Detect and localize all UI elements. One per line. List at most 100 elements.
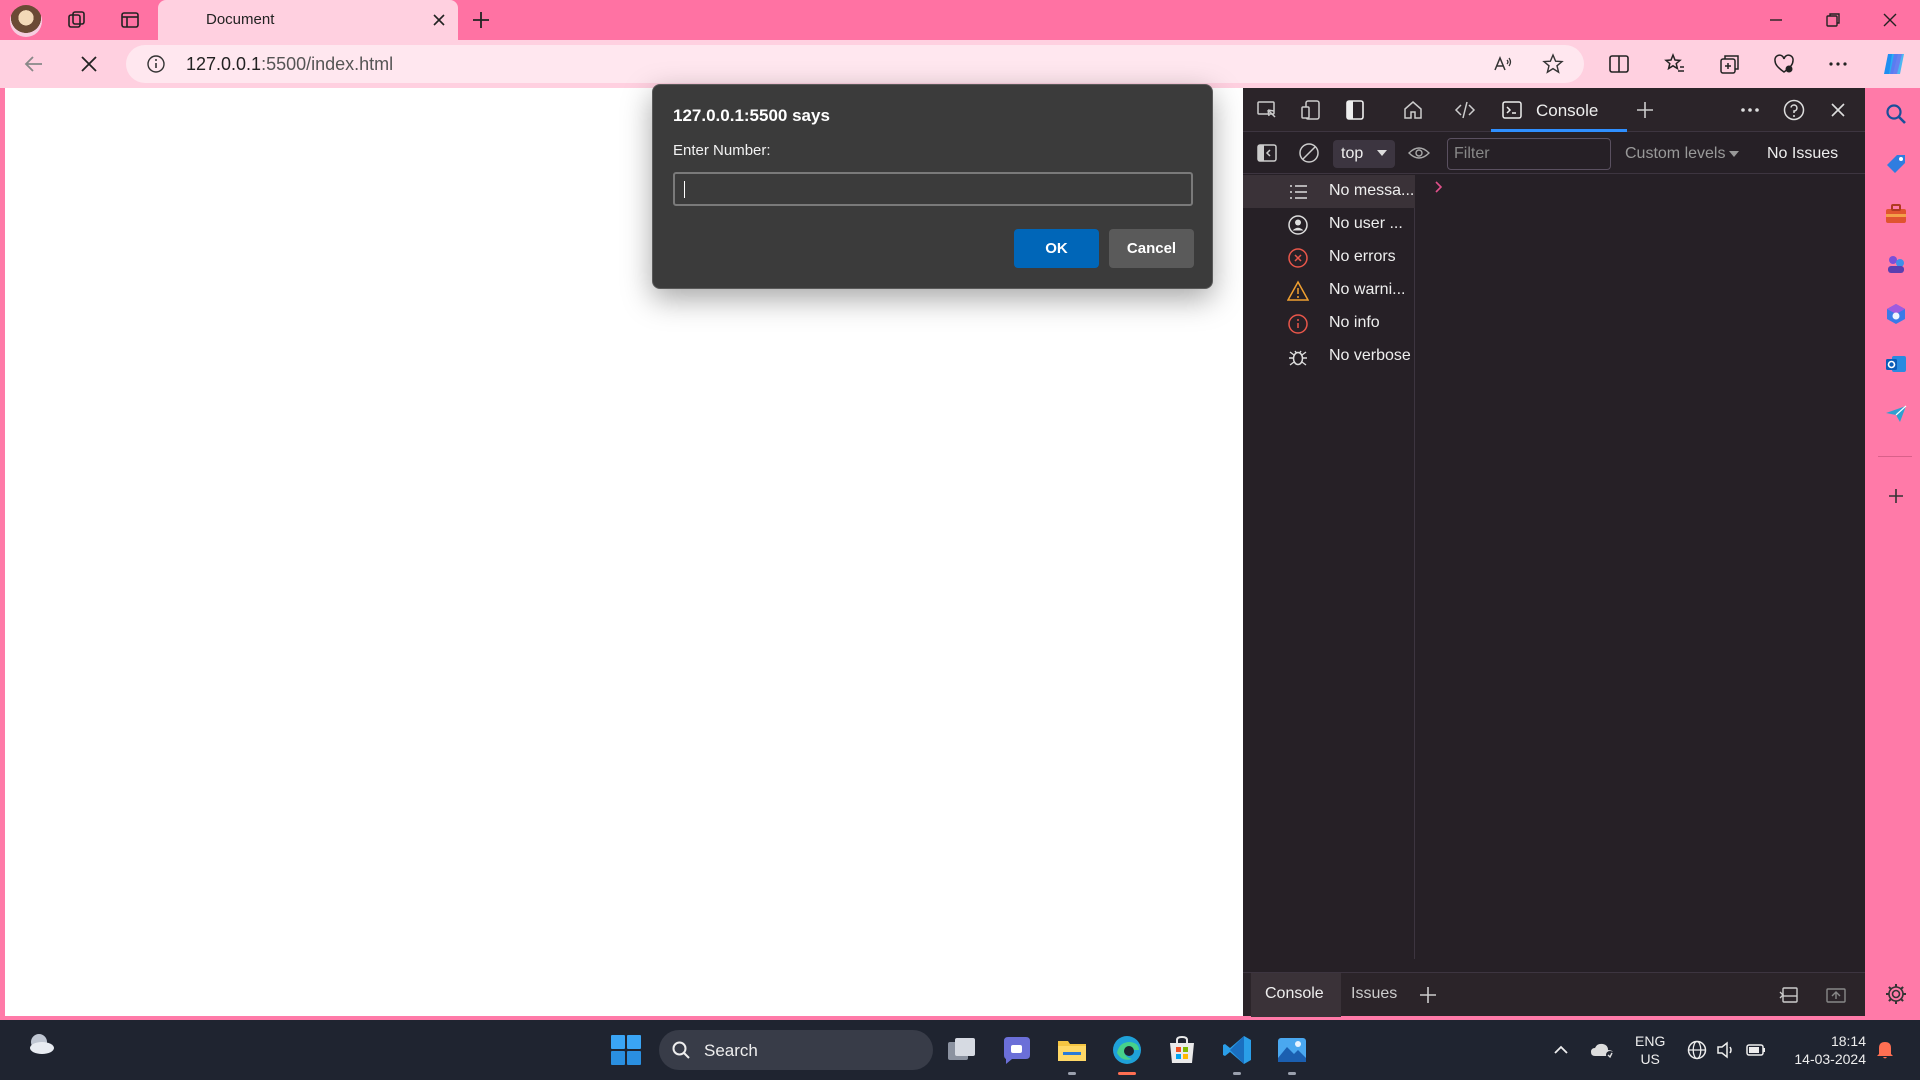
file-explorer-icon[interactable] [1055, 1033, 1089, 1067]
sidebar-item-verbose[interactable]: No verbose [1243, 340, 1415, 373]
profile-avatar[interactable] [10, 5, 42, 37]
onedrive-cloud-icon[interactable] [1590, 1039, 1616, 1061]
collapse-drawer-icon[interactable] [1825, 984, 1847, 1006]
minimize-icon[interactable] [1765, 9, 1787, 31]
input-language-indicator[interactable]: ENG US [1635, 1032, 1665, 1068]
active-tab[interactable]: Document [158, 0, 458, 40]
address-toolbar: 127.0.0.1:5500/index.html [0, 40, 1920, 88]
sidebar-item-label: No messa... [1329, 182, 1413, 199]
sidebar-item-warnings[interactable]: No warni... [1243, 274, 1415, 307]
outlook-icon[interactable] [1883, 351, 1909, 377]
shopping-tag-icon[interactable] [1883, 151, 1909, 177]
vscode-icon[interactable] [1220, 1033, 1254, 1067]
teams-chat-icon[interactable] [1000, 1033, 1034, 1067]
dialog-title: 127.0.0.1:5500 says [673, 106, 830, 125]
rail-divider [1878, 456, 1912, 457]
sidebar-settings-gear-icon[interactable] [1883, 981, 1909, 1007]
elements-icon[interactable] [1453, 98, 1477, 122]
back-arrow-icon[interactable] [22, 52, 46, 76]
user-icon [1287, 214, 1309, 236]
more-options-icon[interactable] [1826, 52, 1850, 76]
console-sidebar: No messa... No user ... No errors No war… [1243, 175, 1415, 959]
tab-close-icon[interactable] [430, 11, 448, 29]
device-emulation-icon[interactable] [1299, 98, 1323, 122]
sidebar-item-user-messages[interactable]: No user ... [1243, 208, 1415, 241]
issues-counter[interactable]: No Issues [1767, 145, 1838, 163]
stop-loading-icon[interactable] [77, 52, 101, 76]
tab-console-label: Console [1536, 101, 1599, 120]
taskbar-search[interactable]: Search [659, 1030, 933, 1070]
drop-send-icon[interactable] [1883, 401, 1909, 427]
close-devtools-icon[interactable] [1826, 98, 1850, 122]
show-sidebar-icon[interactable] [1255, 141, 1279, 165]
console-filter-input[interactable] [1447, 138, 1611, 170]
edge-browser-icon[interactable] [1110, 1033, 1144, 1067]
dock-side-icon[interactable] [1343, 98, 1367, 122]
welcome-home-icon[interactable] [1401, 98, 1425, 122]
edge-active-indicator [1118, 1072, 1136, 1075]
add-tool-icon[interactable] [1633, 98, 1657, 122]
notification-bell-icon[interactable] [1874, 1038, 1896, 1060]
sidebar-item-messages[interactable]: No messa... [1243, 175, 1415, 208]
clear-console-icon[interactable] [1297, 141, 1321, 165]
ok-button[interactable]: OK [1014, 229, 1099, 268]
edge-sidebar [1870, 88, 1920, 1016]
devtools-more-icon[interactable] [1738, 98, 1762, 122]
drawer-add-icon[interactable] [1417, 984, 1439, 1006]
show-hidden-icons-chevron-icon[interactable] [1550, 1039, 1572, 1061]
microsoft-store-icon[interactable] [1165, 1033, 1199, 1067]
search-icon[interactable] [1883, 101, 1909, 127]
drawer-tab-console[interactable]: Console [1265, 985, 1324, 1003]
new-tab-icon[interactable] [470, 9, 492, 31]
drawer-tab-issues[interactable]: Issues [1351, 985, 1397, 1003]
task-view-icon[interactable] [945, 1033, 979, 1067]
workspaces-icon[interactable] [66, 9, 88, 31]
sidebar-item-errors[interactable]: No errors [1243, 241, 1415, 274]
lang-line-1: ENG [1635, 1033, 1666, 1049]
battery-icon[interactable] [1745, 1039, 1767, 1061]
windows-start-icon[interactable] [609, 1033, 643, 1067]
url-text[interactable]: 127.0.0.1:5500/index.html [186, 54, 393, 75]
browser-essentials-icon[interactable] [1772, 52, 1796, 76]
games-icon[interactable] [1883, 251, 1909, 277]
console-prompt-chevron-icon[interactable] [1432, 180, 1446, 194]
number-input[interactable] [673, 172, 1193, 206]
copilot-icon[interactable] [1880, 50, 1908, 78]
network-globe-icon[interactable] [1686, 1039, 1708, 1061]
favorites-icon[interactable] [1663, 52, 1687, 76]
restore-icon[interactable] [1822, 9, 1844, 31]
tab-console[interactable]: Console [1491, 88, 1627, 132]
error-icon [1287, 247, 1309, 269]
dialog-message: Enter Number: [673, 142, 771, 159]
tools-briefcase-icon[interactable] [1883, 201, 1909, 227]
favorite-star-icon[interactable] [1542, 53, 1564, 75]
address-bar[interactable]: 127.0.0.1:5500/index.html [126, 45, 1584, 83]
warning-icon [1287, 280, 1309, 302]
log-levels-dropdown[interactable]: Custom levels [1625, 145, 1740, 163]
help-icon[interactable] [1782, 98, 1806, 122]
read-aloud-icon[interactable] [1492, 53, 1514, 75]
photos-icon[interactable] [1275, 1033, 1309, 1067]
vertical-tabs-icon[interactable] [119, 9, 141, 31]
context-selector[interactable]: top [1333, 140, 1395, 168]
site-info-icon[interactable] [146, 54, 166, 74]
taskbar-search-label: Search [704, 1041, 758, 1060]
sidebar-item-label: No info [1329, 314, 1380, 331]
sidebar-item-info[interactable]: No info [1243, 307, 1415, 340]
dock-drawer-icon[interactable] [1778, 984, 1800, 1006]
live-expression-eye-icon[interactable] [1407, 141, 1431, 165]
system-clock[interactable]: 18:14 14-03-2024 [1782, 1032, 1866, 1068]
volume-speaker-icon[interactable] [1715, 1039, 1737, 1061]
microsoft-365-icon[interactable] [1883, 301, 1909, 327]
sidebar-item-label: No verbose [1329, 347, 1411, 364]
close-window-icon[interactable] [1879, 9, 1901, 31]
inspect-element-icon[interactable] [1255, 98, 1279, 122]
sidebar-item-label: No errors [1329, 248, 1396, 265]
collections-icon[interactable] [1718, 52, 1742, 76]
add-sidebar-app-icon[interactable] [1883, 483, 1909, 509]
weather-cloud-icon[interactable] [26, 1030, 56, 1060]
cancel-button[interactable]: Cancel [1109, 229, 1194, 268]
split-screen-icon[interactable] [1607, 52, 1631, 76]
devtools-panel: Console top Custom levels No Issu [1243, 88, 1865, 1017]
lang-line-2: US [1640, 1051, 1660, 1067]
